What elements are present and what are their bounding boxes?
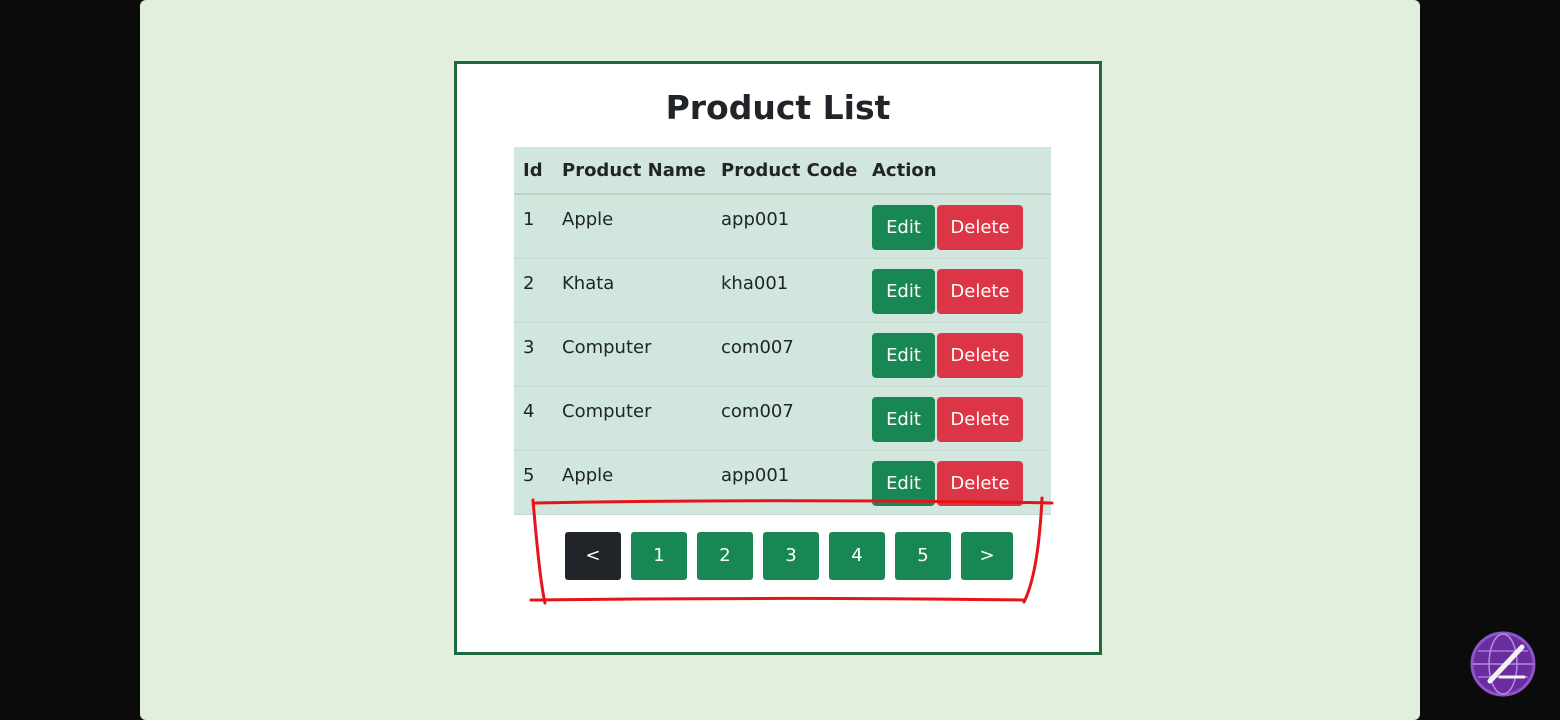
cell-action: Edit Delete [863,386,1051,451]
header-action: Action [863,147,1051,195]
header-id: Id [514,147,553,195]
cell-product-code: app001 [712,450,863,515]
edit-button[interactable]: Edit [872,205,935,250]
product-table: Id Product Name Product Code Action 1 Ap… [514,147,1051,515]
cell-action: Edit Delete [863,450,1051,515]
cell-product-name: Computer [553,322,712,387]
table-row: 5 Apple app001 Edit Delete [514,450,1051,515]
product-list-card: Product List Id Product Name Product Cod… [454,61,1102,655]
edit-button[interactable]: Edit [872,332,935,378]
delete-button[interactable]: Delete [937,332,1023,378]
cell-product-code: com007 [712,322,863,387]
cell-id: 5 [514,450,553,515]
cell-action: Edit Delete [863,258,1051,323]
page-2-button[interactable]: 2 [697,532,753,580]
cell-id: 2 [514,258,553,323]
delete-button[interactable]: Delete [937,396,1023,442]
cell-action: Edit Delete [863,322,1051,387]
table-row: 1 Apple app001 Edit Delete [514,194,1051,259]
delete-button[interactable]: Delete [937,460,1023,506]
table-row: 2 Khata kha001 Edit Delete [514,258,1051,323]
edit-button[interactable]: Edit [872,396,935,442]
page-1-button[interactable]: 1 [631,532,687,580]
delete-button[interactable]: Delete [937,205,1023,250]
next-page-button[interactable]: > [961,532,1013,580]
table-header-row: Id Product Name Product Code Action [514,147,1051,195]
previous-page-button[interactable]: < [565,532,621,580]
page-4-button[interactable]: 4 [829,532,885,580]
cell-product-name: Apple [553,194,712,259]
cell-product-code: com007 [712,386,863,451]
cell-id: 1 [514,194,553,259]
edit-button[interactable]: Edit [872,460,935,506]
globe-logo-icon [1470,631,1536,697]
cell-product-code: app001 [712,194,863,259]
cell-product-name: Computer [553,386,712,451]
cell-id: 3 [514,322,553,387]
table-row: 4 Computer com007 Edit Delete [514,386,1051,451]
table-row: 3 Computer com007 Edit Delete [514,322,1051,387]
cell-id: 4 [514,386,553,451]
header-product-code: Product Code [712,147,863,195]
cell-product-name: Khata [553,258,712,323]
header-product-name: Product Name [553,147,712,195]
cell-product-name: Apple [553,450,712,515]
page-3-button[interactable]: 3 [763,532,819,580]
delete-button[interactable]: Delete [937,268,1023,314]
page-5-button[interactable]: 5 [895,532,951,580]
page-background: Product List Id Product Name Product Cod… [140,0,1420,720]
cell-action: Edit Delete [863,194,1051,259]
cell-product-code: kha001 [712,258,863,323]
page-title: Product List [665,88,891,127]
edit-button[interactable]: Edit [872,268,935,314]
